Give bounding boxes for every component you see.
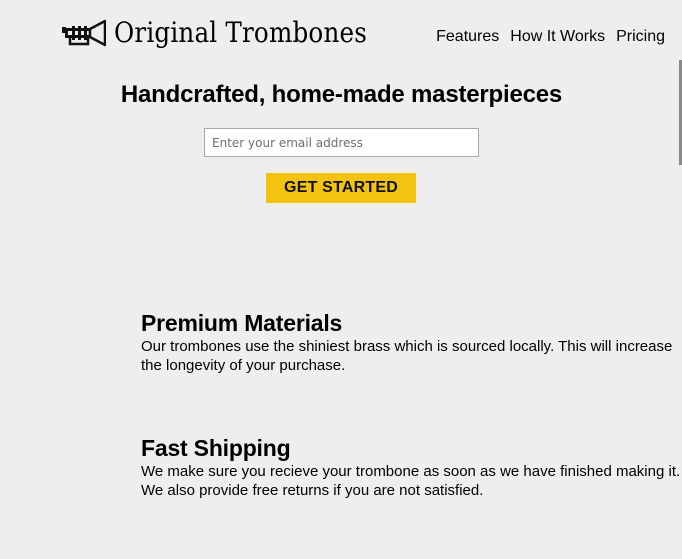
feature-premium-materials: Premium Materials Our trombones use the … <box>141 309 682 375</box>
landing-page: Original Trombones Features How It Works… <box>0 0 682 559</box>
get-started-button[interactable]: GET STARTED <box>266 173 416 203</box>
brand-logo[interactable]: Original Trombones <box>62 16 402 50</box>
feature-description: We make sure you recieve your trombone a… <box>141 463 681 499</box>
feature-title: Premium Materials <box>141 310 343 336</box>
trombone-icon <box>62 18 107 48</box>
top-nav: Features How It Works Pricing <box>436 27 665 47</box>
feature-title: Fast Shipping <box>141 435 291 461</box>
email-input[interactable] <box>204 128 479 157</box>
hero-title-text: Handcrafted, home-made masterpieces <box>120 81 563 108</box>
nav-link-features[interactable]: Features <box>436 27 499 47</box>
nav-link-how-it-works[interactable]: How It Works <box>510 27 605 47</box>
feature-description: Our trombones use the shiniest brass whi… <box>141 338 673 374</box>
nav-link-pricing[interactable]: Pricing <box>616 27 665 47</box>
feature-fast-shipping: Fast Shipping We make sure you recieve y… <box>141 434 682 500</box>
hero-title: Handcrafted, home-made masterpieces <box>0 80 682 110</box>
brand-name: Original Trombones <box>114 16 368 49</box>
